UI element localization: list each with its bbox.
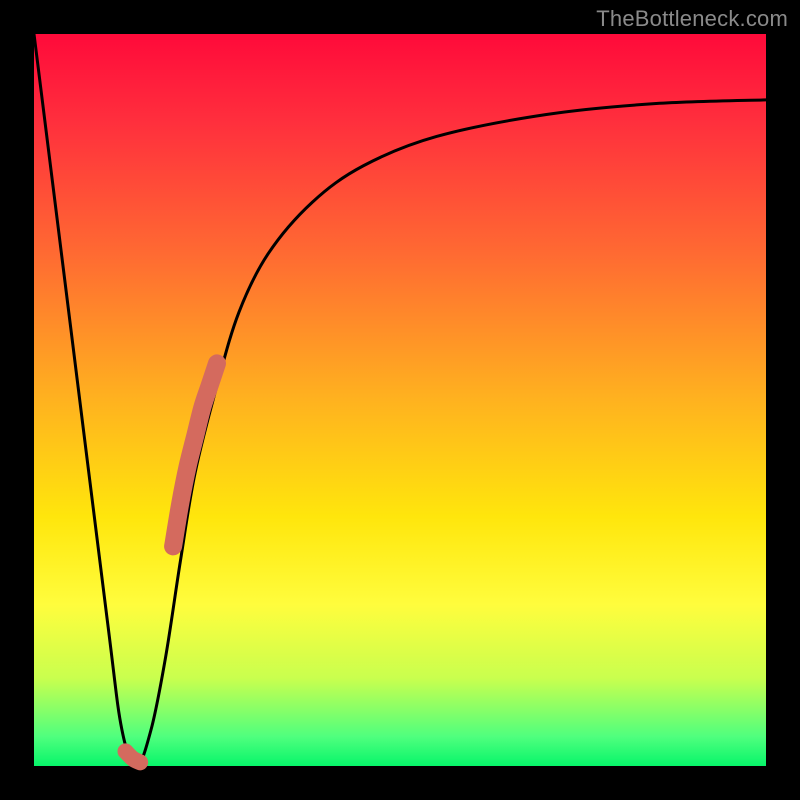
highlight-band xyxy=(173,363,217,546)
curves-svg xyxy=(34,34,766,766)
highlight-hook xyxy=(126,751,141,762)
plot-area xyxy=(34,34,766,766)
bottleneck-curve xyxy=(34,34,766,766)
watermark-text: TheBottleneck.com xyxy=(596,6,788,32)
chart-frame: TheBottleneck.com xyxy=(0,0,800,800)
